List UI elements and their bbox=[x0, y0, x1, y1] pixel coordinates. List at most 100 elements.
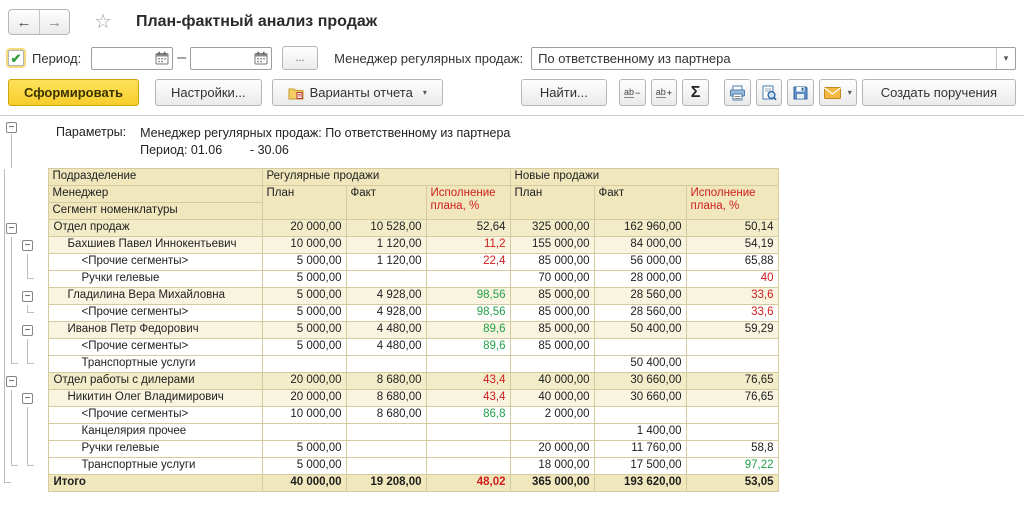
header-fact-new: Факт bbox=[594, 186, 686, 220]
settings-button[interactable]: Настройки... bbox=[155, 79, 262, 106]
cell-value: 4 928,00 bbox=[346, 305, 426, 322]
tree-elbow-line bbox=[11, 356, 18, 364]
tree-line bbox=[11, 441, 12, 458]
parameters-label: Параметры: bbox=[56, 125, 126, 162]
print-button[interactable] bbox=[724, 79, 751, 106]
report-toolbar: Сформировать Настройки... Варианты отчет… bbox=[0, 72, 1024, 116]
back-button[interactable]: ← bbox=[9, 10, 39, 34]
tree-line bbox=[11, 237, 12, 254]
tree-line bbox=[4, 305, 5, 322]
generate-button[interactable]: Сформировать bbox=[8, 79, 139, 106]
expand-groups-icon: ab bbox=[656, 88, 666, 98]
cell-value: 85 000,00 bbox=[510, 322, 594, 339]
totals-button[interactable]: Σ bbox=[682, 79, 709, 106]
tree-line bbox=[4, 288, 5, 305]
date-from-input[interactable] bbox=[91, 47, 173, 70]
tree-line bbox=[11, 339, 12, 356]
cell-value: 89,6 bbox=[426, 322, 510, 339]
create-orders-button[interactable]: Создать поручения bbox=[862, 79, 1016, 106]
cell-value: 33,6 bbox=[686, 305, 778, 322]
cell-value bbox=[426, 356, 510, 373]
calendar-icon bbox=[155, 51, 169, 65]
tree-gutter: − bbox=[0, 116, 48, 168]
chevron-down-icon[interactable]: ▾ bbox=[996, 48, 1015, 69]
cell-value: 98,56 bbox=[426, 288, 510, 305]
cell-value: 22,4 bbox=[426, 254, 510, 271]
report-area: − Параметры: Менеджер регулярных продаж:… bbox=[0, 116, 1024, 492]
expand-groups-button[interactable]: ab + bbox=[651, 79, 678, 106]
cell-value bbox=[346, 458, 426, 475]
collapse-toggle[interactable]: − bbox=[22, 325, 33, 336]
favorite-star-icon[interactable]: ☆ bbox=[94, 12, 112, 32]
cell-value bbox=[262, 356, 346, 373]
collapse-toggle[interactable]: − bbox=[22, 393, 33, 404]
table-row: −Отдел продаж20 000,0010 528,0052,64325 … bbox=[0, 220, 778, 237]
tree-gutter-cell bbox=[0, 424, 48, 441]
collapse-toggle[interactable]: − bbox=[6, 376, 17, 387]
preview-button[interactable] bbox=[756, 79, 783, 106]
cell-value: 85 000,00 bbox=[510, 288, 594, 305]
cell-value bbox=[510, 424, 594, 441]
row-label: Отдел работы с дилерами bbox=[48, 373, 262, 390]
manager-combobox-value: По ответственному из партнера bbox=[532, 48, 996, 69]
period-options-button[interactable]: ... bbox=[282, 46, 318, 70]
table-row: <Прочие сегменты>5 000,004 928,0098,5685… bbox=[0, 305, 778, 322]
tree-line bbox=[4, 458, 5, 475]
collapse-groups-button[interactable]: ab − bbox=[619, 79, 646, 106]
cell-value: 5 000,00 bbox=[262, 441, 346, 458]
cell-value: 76,65 bbox=[686, 390, 778, 407]
table-row: Ручки гелевые5 000,0020 000,0011 760,005… bbox=[0, 441, 778, 458]
save-button[interactable] bbox=[787, 79, 814, 106]
tree-line bbox=[27, 441, 28, 458]
cell-value: 5 000,00 bbox=[262, 322, 346, 339]
cell-value: 43,4 bbox=[426, 390, 510, 407]
collapse-toggle[interactable]: − bbox=[22, 291, 33, 302]
tree-elbow-line bbox=[27, 305, 34, 313]
row-label: Никитин Олег Владимирович bbox=[48, 390, 262, 407]
forward-button[interactable]: → bbox=[39, 10, 69, 34]
row-label: Гладилина Вера Михайловна bbox=[48, 288, 262, 305]
cell-value: 17 500,00 bbox=[594, 458, 686, 475]
cell-value: 97,22 bbox=[686, 458, 778, 475]
cell-value: 53,05 bbox=[686, 475, 778, 492]
cell-value: 1 120,00 bbox=[346, 237, 426, 254]
cell-value: 59,29 bbox=[686, 322, 778, 339]
cell-value: 84 000,00 bbox=[594, 237, 686, 254]
collapse-toggle-report[interactable]: − bbox=[6, 122, 17, 133]
collapse-toggle[interactable]: − bbox=[22, 240, 33, 251]
header-regular-sales: Регулярные продажи bbox=[262, 169, 510, 186]
date-to-input[interactable] bbox=[190, 47, 272, 70]
manager-combobox[interactable]: По ответственному из партнера ▾ bbox=[531, 47, 1016, 70]
find-button[interactable]: Найти... bbox=[521, 79, 607, 106]
row-label: <Прочие сегменты> bbox=[48, 339, 262, 356]
tree-gutter-cell bbox=[0, 458, 48, 475]
nav-bar: ← → ☆ План-фактный анализ продаж bbox=[0, 0, 1024, 38]
period-label: Период: bbox=[32, 51, 81, 66]
tree-gutter-cell bbox=[0, 271, 48, 288]
calendar-icon bbox=[254, 51, 268, 65]
tree-line bbox=[11, 390, 12, 407]
row-label: <Прочие сегменты> bbox=[48, 254, 262, 271]
collapse-toggle[interactable]: − bbox=[6, 223, 17, 234]
period-checkbox[interactable]: ✔ bbox=[8, 50, 24, 66]
cell-value: 5 000,00 bbox=[262, 339, 346, 356]
chevron-down-icon: ▾ bbox=[423, 88, 427, 97]
cell-value: 1 120,00 bbox=[346, 254, 426, 271]
parameters-row: − Параметры: Менеджер регулярных продаж:… bbox=[0, 116, 1024, 168]
cell-value: 40 bbox=[686, 271, 778, 288]
tree-line bbox=[4, 220, 5, 237]
row-label: Канцелярия прочее bbox=[48, 424, 262, 441]
send-mail-button[interactable]: ▾ bbox=[819, 79, 857, 106]
cell-value: 10 000,00 bbox=[262, 407, 346, 424]
cell-value: 85 000,00 bbox=[510, 339, 594, 356]
table-row: −Отдел работы с дилерами20 000,008 680,0… bbox=[0, 373, 778, 390]
cell-value bbox=[510, 356, 594, 373]
cell-value: 56 000,00 bbox=[594, 254, 686, 271]
tree-gutter-cell bbox=[0, 305, 48, 322]
cell-value: 50 400,00 bbox=[594, 322, 686, 339]
report-variants-button[interactable]: Варианты отчета ▾ bbox=[272, 79, 443, 106]
manager-filter-label: Менеджер регулярных продаж: bbox=[334, 51, 523, 66]
tree-line bbox=[4, 424, 5, 441]
tree-line bbox=[4, 322, 5, 339]
cell-value: 193 620,00 bbox=[594, 475, 686, 492]
